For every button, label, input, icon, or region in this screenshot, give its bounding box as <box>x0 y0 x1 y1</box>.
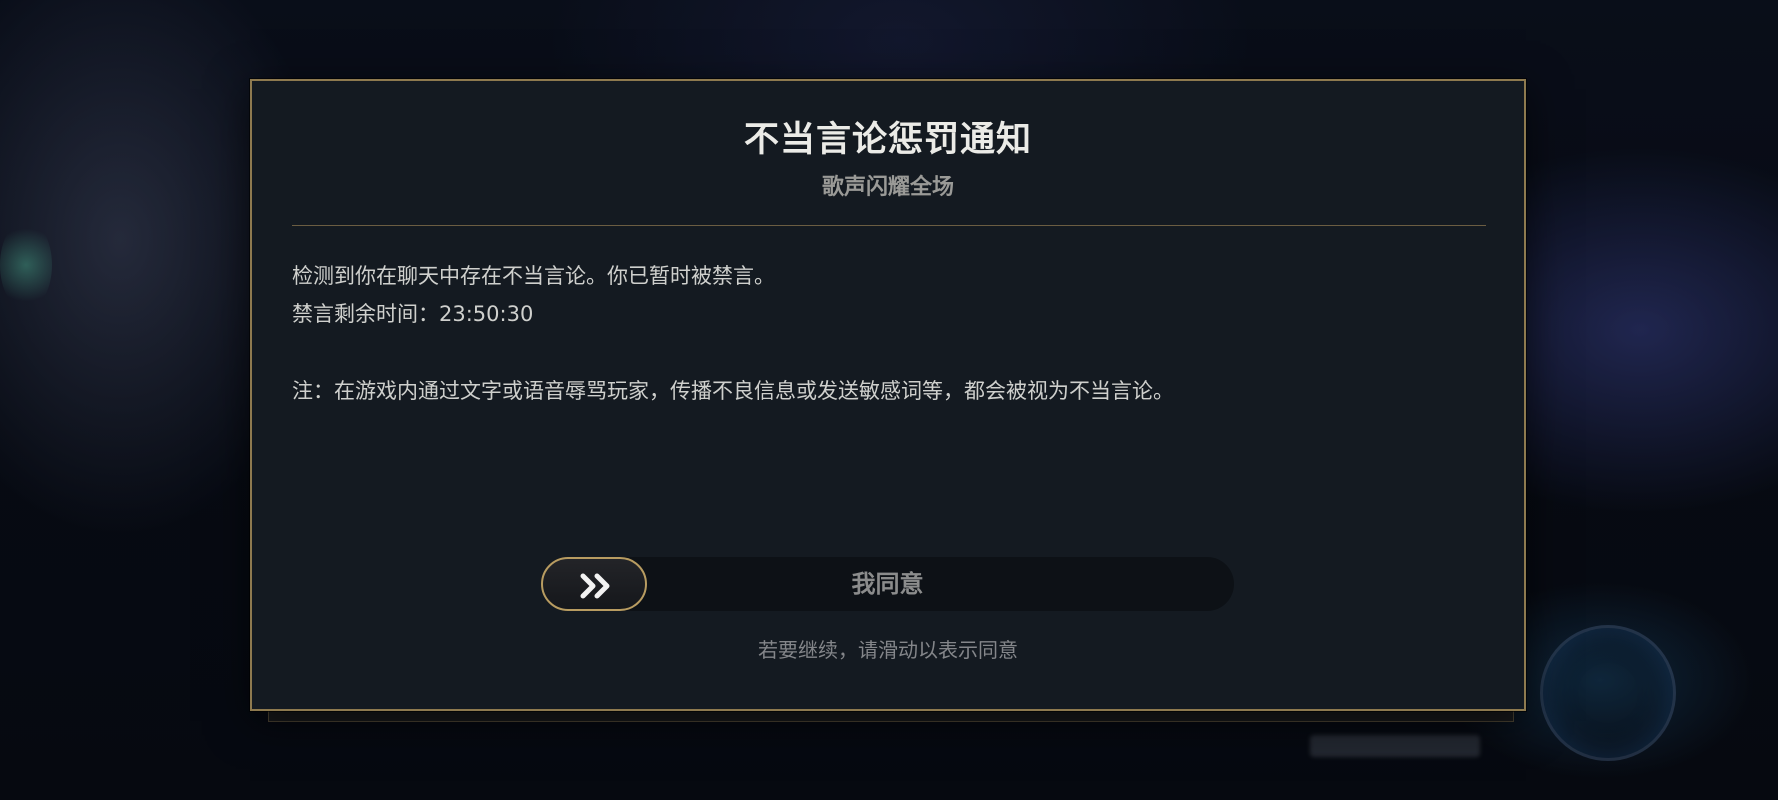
ban-remaining-time: 禁言剩余时间：23:50:30 <box>292 302 534 326</box>
agree-slider[interactable]: 我同意 <box>541 557 1234 611</box>
ban-message: 检测到你在聊天中存在不当言论。你已暂时被禁言。 <box>292 264 775 288</box>
agree-slider-handle[interactable] <box>541 557 647 611</box>
title-divider <box>292 225 1486 226</box>
game-background: 不当言论惩罚通知 歌声闪耀全场 检测到你在聊天中存在不当言论。你已暂时被禁言。 … <box>0 0 1778 800</box>
dialog-subtitle: 歌声闪耀全场 <box>821 175 954 200</box>
penalty-notice-dialog: 不当言论惩罚通知 歌声闪耀全场 检测到你在聊天中存在不当言论。你已暂时被禁言。 … <box>250 79 1526 711</box>
dialog-title: 不当言论惩罚通知 <box>743 120 1032 160</box>
ban-note: 注：在游戏内通过文字或语音辱骂玩家，传播不良信息或发送敏感词等，都会被视为不当言… <box>292 379 1174 403</box>
slide-hint: 若要继续，请滑动以表示同意 <box>758 638 1018 662</box>
double-chevron-right-icon <box>580 573 610 599</box>
